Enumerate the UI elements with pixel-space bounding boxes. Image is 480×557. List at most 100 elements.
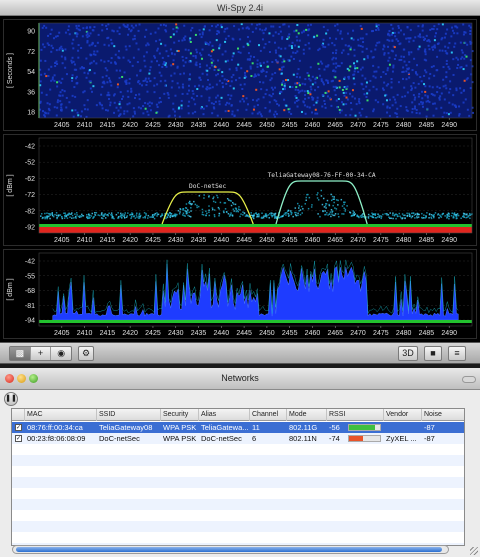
waterfall-cell — [61, 94, 64, 97]
density-panel[interactable]: DoC-netSec TeliaGateway08-76-FF-00-34-CA 2… — [3, 134, 477, 246]
cell-security: WPA PSK — [163, 423, 197, 432]
waterfall-cell — [43, 72, 46, 75]
disk-icon[interactable]: ■ — [424, 346, 442, 361]
waterfall-cell — [262, 81, 265, 84]
waterfall-cell — [335, 99, 338, 102]
waterfall-cell — [266, 60, 269, 63]
toolbar-toggle-button[interactable] — [462, 376, 476, 383]
column-ssid[interactable]: SSID — [97, 409, 161, 421]
column-noise[interactable]: Noise — [422, 409, 464, 421]
density-point — [124, 212, 126, 214]
waterfall-cell — [65, 73, 68, 76]
waterfall-cell — [346, 32, 349, 35]
scroll-thumb[interactable] — [16, 547, 442, 552]
waterfall-cell — [133, 96, 136, 99]
waterfall-cell — [164, 64, 167, 67]
waterfall-cell — [274, 31, 277, 34]
waterfall-cell — [297, 91, 300, 94]
density-point — [86, 213, 88, 216]
waterfall-cell — [257, 74, 260, 77]
list-icon[interactable]: ≡ — [448, 346, 466, 361]
density-point — [374, 214, 377, 217]
waterfall-cell — [177, 50, 180, 53]
pause-icon[interactable]: ❚❚ — [4, 392, 18, 406]
waterfall-cell — [444, 50, 447, 53]
waterfall-cell — [349, 46, 352, 49]
density-point — [182, 208, 184, 210]
waterfall-cell — [448, 42, 451, 45]
density-point — [147, 217, 149, 219]
density-point — [149, 216, 151, 218]
gear-icon[interactable]: ⚙ — [78, 346, 94, 361]
row-checkbox[interactable]: ✓ — [15, 435, 22, 442]
waterfall-cell — [142, 112, 145, 115]
table-row[interactable]: ✓ 08:76:ff:00:34:ca TeliaGateway08 WPA PSK T… — [12, 422, 464, 433]
waterfall-cell — [90, 61, 93, 64]
waterfall-cell — [372, 56, 375, 59]
column-alias[interactable]: Alias — [199, 409, 250, 421]
horizontal-scrollbar[interactable] — [12, 545, 449, 554]
waterfall-cell — [314, 77, 317, 80]
waterfall-cell — [224, 103, 227, 106]
waterfall-cell — [133, 110, 136, 113]
waterfall-cell — [236, 109, 239, 112]
waterfall-cell — [318, 74, 321, 77]
networks-window: Networks ❚❚ MAC SSID Security Alias Chan… — [0, 368, 480, 557]
app-title-bar: Wi-Spy 2.4i — [0, 0, 480, 16]
waterfall-cell — [56, 106, 59, 109]
column-mode[interactable]: Mode — [287, 409, 327, 421]
row-checkbox[interactable]: ✓ — [15, 424, 22, 431]
density-point — [328, 203, 330, 206]
cell-noise: -87 — [424, 434, 435, 443]
waterfall-cell — [82, 27, 85, 30]
waterfall-cell — [302, 48, 305, 51]
waterfall-cell — [304, 94, 307, 97]
column-check[interactable] — [12, 409, 25, 421]
waterfall-cell — [149, 66, 152, 69]
waterfall-x-tick-label: 2450 — [259, 122, 275, 129]
monitor-icon[interactable]: ▩ — [10, 347, 31, 360]
column-security[interactable]: Security — [161, 409, 199, 421]
density-point — [322, 210, 324, 213]
density-point — [190, 203, 193, 206]
waterfall-cell — [142, 79, 145, 82]
resize-grip[interactable] — [470, 547, 478, 555]
density-point — [311, 204, 313, 206]
waterfall-cell — [279, 91, 282, 94]
waterfall-cell — [268, 41, 271, 44]
waterfall-panel[interactable]: 2405 2410 2415 2420 2425 2430 2435 2440 2445 2450… — [3, 19, 477, 131]
column-vendor[interactable]: Vendor — [384, 409, 422, 421]
density-point — [56, 216, 58, 219]
density-point — [451, 212, 453, 214]
density-point — [203, 194, 205, 196]
column-mac[interactable]: MAC — [25, 409, 97, 421]
waterfall-cell — [365, 81, 368, 84]
column-rssi[interactable]: RSSI — [327, 409, 384, 421]
add-button[interactable]: + — [31, 347, 52, 360]
waterfall-cell — [180, 107, 183, 110]
waterfall-cell — [210, 58, 213, 61]
density-point — [466, 213, 468, 215]
waterfall-cell — [251, 112, 254, 115]
column-channel[interactable]: Channel — [250, 409, 287, 421]
density-x-tick-label: 2490 — [441, 237, 457, 244]
waterfall-cell — [465, 55, 468, 58]
density-point — [136, 212, 138, 215]
density-point — [341, 213, 343, 215]
table-row[interactable]: ✓ 00:23:f8:06:08:09 DoC-netSec WPA PSK DoC-n… — [12, 433, 464, 444]
waterfall-cell — [386, 67, 389, 70]
waterfall-cell — [415, 108, 418, 111]
3d-button[interactable]: 3D — [398, 346, 418, 361]
density-x-tick-label: 2475 — [373, 237, 389, 244]
density-point — [61, 216, 63, 218]
waterfall-cell — [230, 104, 233, 107]
density-point — [242, 214, 244, 216]
density-point — [46, 217, 48, 220]
eye-icon[interactable]: ◉ — [51, 347, 71, 360]
waterfall-cell — [137, 29, 140, 32]
waterfall-cell — [447, 46, 450, 49]
waterfall-cell — [264, 75, 267, 78]
waterfall-cell — [169, 48, 172, 51]
topo-panel[interactable]: 2405 2410 2415 2420 2425 2430 2435 2440 2445 2450… — [3, 249, 477, 339]
waterfall-cell — [146, 42, 149, 45]
